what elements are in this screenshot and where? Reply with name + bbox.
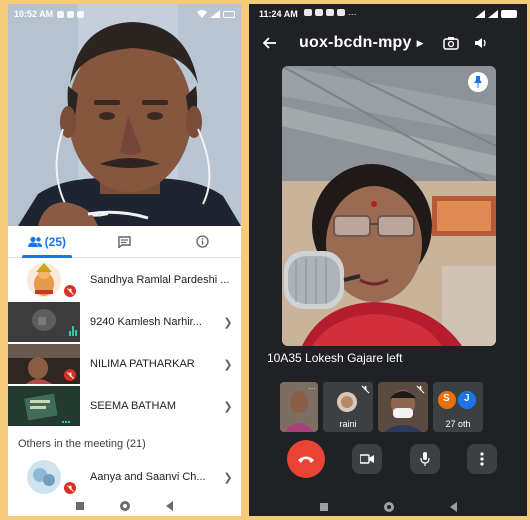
caret-right-icon[interactable]: ▶ — [417, 38, 424, 49]
participant-name: SEEMA BATHAM — [90, 400, 176, 412]
meeting-code[interactable]: uox-bcdn-mpy — [299, 34, 412, 52]
participant-list: Sandhya Ramlal Pardeshi ... 9240 Kamlesh… — [8, 259, 241, 427]
notification-icon — [314, 9, 323, 16]
system-nav-bar — [8, 496, 241, 516]
notification-icon — [57, 10, 65, 18]
participant-row[interactable]: SEEMA BATHAM ❯ — [8, 385, 241, 427]
signal-icon — [475, 10, 485, 18]
location-icon — [77, 10, 85, 18]
speaker-volume-icon[interactable] — [470, 32, 492, 54]
mic-off-icon — [64, 369, 76, 381]
participant-row[interactable]: NILIMA PATHARKAR ❯ — [8, 343, 241, 385]
pin-icon[interactable] — [468, 72, 488, 92]
participant-row[interactable]: Sandhya Ramlal Pardeshi ... — [8, 259, 241, 301]
notification-icon — [67, 10, 75, 18]
system-nav-bar — [249, 498, 527, 516]
meeting-header: uox-bcdn-mpy ▶ — [249, 28, 527, 58]
battery-icon — [501, 10, 517, 18]
mic-off-icon — [361, 385, 370, 394]
camera-toggle-button[interactable] — [352, 444, 383, 474]
recents-button[interactable] — [76, 502, 84, 510]
more-options-button[interactable] — [466, 444, 497, 474]
call-controls — [287, 440, 497, 478]
people-count: (25) — [44, 234, 66, 249]
more-dots-icon: ··· — [347, 9, 357, 19]
signal-icon — [488, 10, 498, 18]
more-dots-icon — [62, 411, 76, 423]
status-bar: 10:52 AM — [8, 4, 241, 24]
video-camera-icon — [360, 454, 375, 464]
more-dots-icon[interactable]: ··· — [308, 384, 316, 393]
tab-people[interactable]: (25) — [8, 226, 86, 258]
participant-video — [8, 386, 80, 426]
participant-avatar — [8, 260, 80, 300]
status-bar: 11:24 AM ··· — [249, 4, 527, 24]
participant-tile[interactable] — [378, 382, 428, 432]
back-button[interactable] — [449, 502, 457, 512]
battery-icon — [223, 10, 235, 18]
participant-video — [8, 344, 80, 384]
notification-icon — [336, 9, 345, 16]
tile-label: raini — [339, 419, 357, 429]
others-group-tile[interactable]: S J 27 oth — [433, 382, 483, 432]
chevron-right-icon[interactable]: ❯ — [221, 471, 235, 484]
tab-chat[interactable] — [86, 226, 164, 257]
participant-name: 9240 Kamlesh Narhir... — [90, 316, 202, 328]
recents-button[interactable] — [319, 503, 328, 511]
end-call-button[interactable] — [287, 440, 325, 478]
speaker-video: 10:52 AM — [8, 4, 241, 226]
main-speaker-video — [282, 66, 496, 346]
others-section-label: Others in the meeting (21) — [18, 438, 146, 450]
switch-camera-icon[interactable] — [440, 32, 462, 54]
status-time: 11:24 AM — [259, 9, 298, 19]
right-phone-screen: 11:24 AM ··· uox-bcdn-mpy ▶ 10A35 Lokesh… — [249, 4, 527, 516]
participant-row[interactable]: 9240 Kamlesh Narhir... ❯ — [8, 301, 241, 343]
main-speaker-illustration — [282, 66, 496, 346]
back-arrow-icon[interactable] — [259, 32, 281, 54]
self-view-tile[interactable]: ··· — [280, 382, 318, 432]
avatar-initial: S — [443, 393, 450, 404]
chevron-right-icon[interactable]: ❯ — [221, 358, 235, 371]
speaking-indicator-icon — [69, 324, 77, 336]
chevron-right-icon[interactable]: ❯ — [221, 400, 235, 413]
home-button[interactable] — [120, 501, 130, 511]
people-icon — [27, 236, 42, 247]
mic-off-icon — [64, 285, 76, 297]
more-vert-icon — [480, 452, 484, 466]
tile-label: 27 oth — [445, 419, 471, 429]
tab-info[interactable] — [163, 226, 241, 257]
info-icon — [196, 235, 209, 248]
participant-name: Sandhya Ramlal Pardeshi ... — [90, 274, 230, 286]
participant-name: NILIMA PATHARKAR — [90, 358, 195, 370]
left-phone-screen: 10:52 AM (25) Sandhya Ramlal Pardeshi ..… — [8, 4, 241, 516]
end-call-icon — [298, 456, 314, 463]
signal-icon — [210, 10, 220, 18]
notification-icon — [325, 9, 334, 16]
status-time: 10:52 AM — [14, 9, 54, 19]
mic-off-icon — [64, 482, 76, 494]
participant-tiles: ··· raini S J 27 oth — [280, 382, 498, 432]
chevron-right-icon[interactable]: ❯ — [221, 316, 235, 329]
participant-row[interactable]: Aanya and Saanvi Ch... ❯ — [8, 456, 241, 498]
back-button[interactable] — [166, 501, 173, 511]
avatar-initial: J — [464, 393, 470, 404]
home-button[interactable] — [383, 502, 394, 512]
participant-left-toast: 10A35 Lokesh Gajare left — [267, 351, 403, 365]
notification-icon — [303, 9, 312, 16]
mic-toggle-button[interactable] — [409, 444, 440, 474]
microphone-icon — [420, 452, 430, 466]
chat-icon — [118, 235, 131, 248]
participant-name: Aanya and Saanvi Ch... — [90, 471, 206, 483]
wifi-icon — [197, 10, 207, 18]
mic-off-icon — [416, 385, 425, 394]
participant-avatar — [8, 457, 80, 497]
participant-video — [8, 302, 80, 342]
participant-tabs: (25) — [8, 226, 241, 258]
participant-tile[interactable]: raini — [323, 382, 373, 432]
speaker-video-illustration — [8, 4, 241, 226]
